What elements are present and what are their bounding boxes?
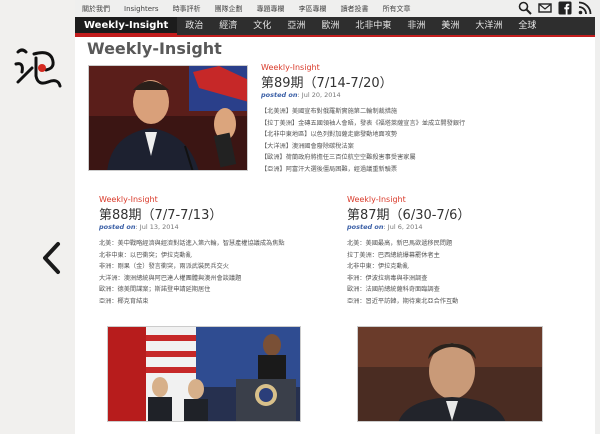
topnav-columns[interactable]: 專題專欄 [250,3,292,15]
list-item: 歐洲：法國前總統薩科奇面臨調查 [347,286,440,294]
press-conference-photo-illustration [108,327,300,421]
issue-88-kicker[interactable]: Weekly-Insight [99,195,339,204]
list-item: 亞洲：椰克育結束 [99,297,149,305]
nav-africa[interactable]: 非洲 [399,17,433,35]
nav-oceania[interactable]: 大洋洲 [467,17,510,35]
issue-88-article: Weekly-Insight 第88期（7/7-7/13） posted on:… [99,195,339,308]
facebook-icon[interactable] [558,1,572,15]
list-item: 大洋洲：澳洲總統與阿巴達人權團體與澳州會談議題 [99,274,242,282]
list-item: 拉丁美洲：巴西總統爆幕罷休者主 [347,251,440,259]
featured-posted: posted on: Jul 20, 2014 [261,91,341,99]
list-item: 北美：美國最高，新巴馬欲遞移民問題 [347,240,453,247]
topnav-all-articles[interactable]: 所有文章 [376,3,418,15]
list-item: 北美：美中戰略經濟與經濟對話進入第六輪，智慧產權協議成為焦點 [99,240,285,247]
list-item: 北非中東：以巴衝突；伊拉克動亂 [99,251,192,259]
issue-88-photo[interactable] [107,326,301,422]
list-item: 【拉丁美洲】金磚五國領袖人會晤，發表《福塔萊薩宣言》並成立開發銀行 [261,119,466,127]
issue-88-posted-label: posted on [99,223,136,231]
issue-87-article: Weekly-Insight 第87期（6/30-7/6） posted on:… [347,195,587,308]
nav-politics[interactable]: 政治 [177,17,211,35]
nav-north-africa-middle-east[interactable]: 北非中東 [347,17,399,35]
left-rail [0,0,75,434]
speaker-photo-illustration [89,66,247,170]
list-item: 非洲：剛果（金）發言衝突，兩派武裝民兵交火 [99,263,229,271]
nav-americas[interactable]: 美洲 [433,17,467,35]
issue-87-posted-date: Jul 6, 2014 [387,223,423,231]
page-title: Weekly-Insight [87,39,222,58]
list-item: 北非中東：伊拉克動亂 [347,263,409,271]
featured-photo[interactable] [88,65,248,171]
list-item: 【亞洲】阿富汗大選後僵局困難，經過議重新驗票 [261,165,398,173]
site-logo[interactable] [12,42,64,94]
issue-88-title[interactable]: 第88期（7/7-7/13） [99,204,339,223]
nav-europe[interactable]: 歐洲 [313,17,347,35]
nav-global[interactable]: 全球 [510,17,544,35]
issue-87-title[interactable]: 第87期（6/30-7/6） [347,204,587,223]
list-item: 【大洋洲】澳洲國會廢除碳稅法案 [261,142,354,150]
list-item: 【北美洲】美國宣布對俄羅斯實施第二輪制裁措施 [261,108,398,115]
toolbar-icons [518,1,592,15]
issue-87-photo[interactable] [357,326,543,422]
issue-88-posted: posted on: Jul 13, 2014 [99,223,179,231]
issue-87-posted: posted on: Jul 6, 2014 [347,223,423,231]
topnav-about[interactable]: 關於我們 [75,3,117,15]
page: 關於我們 Insighters 時事評析 團隊企劃 專題專欄 李區專欄 讀者投書… [0,0,600,434]
featured-posted-label: posted on [261,91,298,99]
issue-87-kicker[interactable]: Weekly-Insight [347,195,587,204]
featured-posted-date: Jul 20, 2014 [301,91,341,99]
list-item: 亞洲：習近平訪韓，期待東北亞合作互動 [347,297,459,305]
nav-economy[interactable]: 經濟 [211,17,245,35]
list-item: 【北非中東地區】以色列對加薩走廊發動地面攻勢 [261,131,398,139]
topnav-insighters[interactable]: Insighters [117,3,166,15]
previous-arrow-icon[interactable] [40,241,62,275]
category-navigation: Weekly-Insight 政治 經濟 文化 亞洲 歐洲 北非中東 非洲 美洲… [75,17,595,37]
list-item: 非洲：伊波拉病毒與非洲調查 [347,274,428,282]
issue-87-item-list: 北美：美國最高，新巴馬欲遞移民問題 拉丁美洲：巴西總統爆幕罷休者主 北非中東：伊… [347,238,587,308]
issue-88-item-list: 北美：美中戰略經濟與經濟對話進入第六輪，智慧產權協議成為焦點 北非中東：以巴衝突… [99,238,339,308]
email-icon[interactable] [538,1,552,15]
featured-kicker[interactable]: Weekly-Insight [261,63,591,72]
nav-culture[interactable]: 文化 [245,17,279,35]
topnav-commentary[interactable]: 時事評析 [166,3,208,15]
nav-asia[interactable]: 亞洲 [279,17,313,35]
issue-87-posted-label: posted on [347,223,384,231]
top-navigation: 關於我們 Insighters 時事評析 團隊企劃 專題專欄 李區專欄 讀者投書… [75,3,545,15]
portrait-photo-illustration [358,327,542,421]
featured-item-list: 【北美洲】美國宣布對俄羅斯實施第二輪制裁措施 【拉丁美洲】金磚五國領袖人會晤，發… [261,106,591,176]
issue-88-posted-date: Jul 13, 2014 [139,223,179,231]
topnav-team-projects[interactable]: 團隊企劃 [208,3,250,15]
search-icon[interactable] [518,1,532,15]
list-item: 【歐洲】荷蘭政府將擔任三百位航空空難殺害事受害家屬 [261,154,416,162]
main-content: Weekly-Insight Weekly-Insight 第89期（7/14-… [75,37,595,434]
featured-issue-title[interactable]: 第89期（7/14-7/20） [261,72,591,91]
rss-icon[interactable] [578,1,592,15]
nav-weekly-insight[interactable]: Weekly-Insight [75,17,178,35]
featured-article: Weekly-Insight 第89期（7/14-7/20） posted on… [261,63,591,176]
topnav-guest-columns[interactable]: 李區專欄 [292,3,334,15]
topnav-reader-submissions[interactable]: 讀者投書 [334,3,376,15]
list-item: 歐洲：德美間諜案；斯諾登申請延期居住 [99,286,211,294]
